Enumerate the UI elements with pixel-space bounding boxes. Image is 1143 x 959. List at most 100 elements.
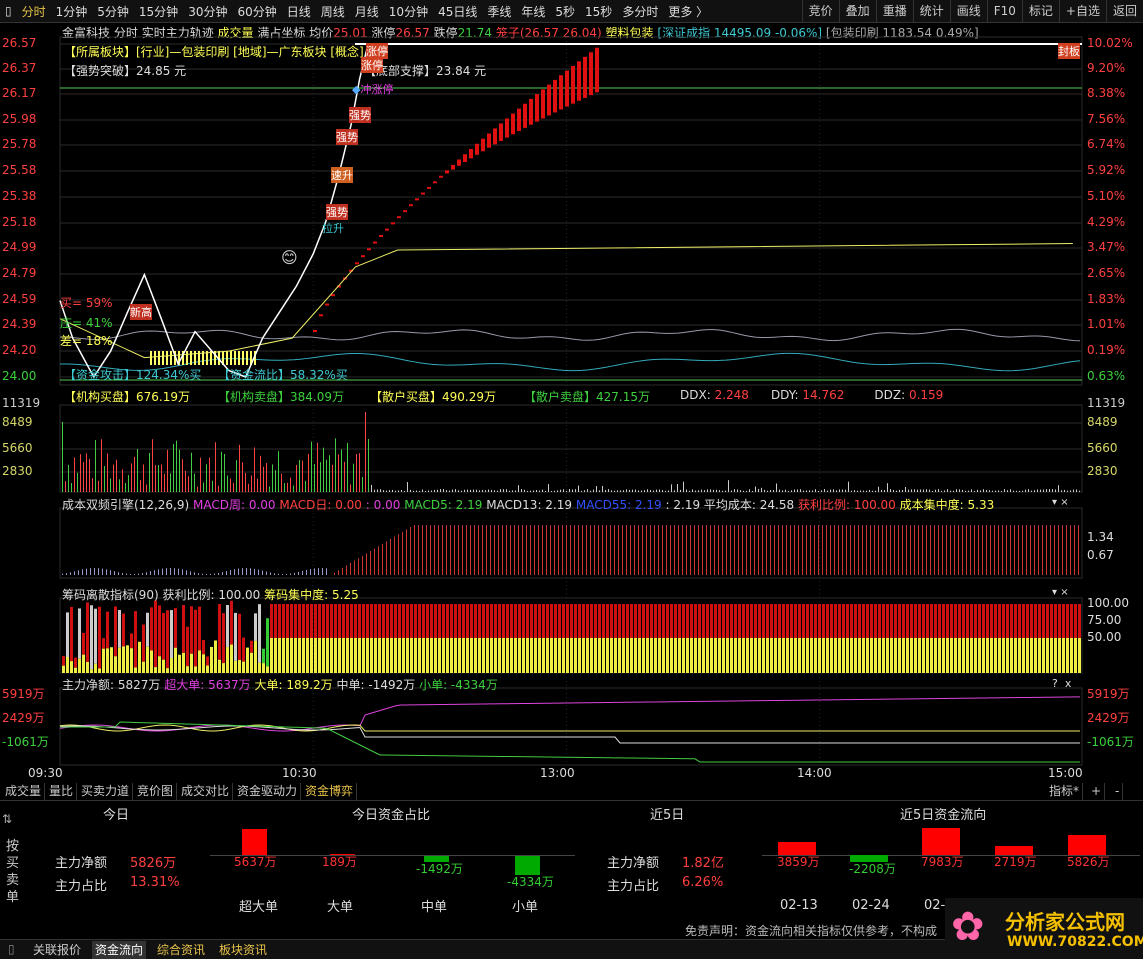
chip-bar-bottom <box>794 638 797 673</box>
buy-mark <box>234 351 236 365</box>
chip-bar-top <box>298 604 301 638</box>
macd-bar <box>998 525 999 575</box>
volume-bar <box>1040 489 1041 492</box>
volume-bar <box>173 444 174 492</box>
chip-bar-bottom <box>366 638 369 673</box>
volume-bar <box>449 490 450 492</box>
chip-bar-bottom <box>818 638 821 673</box>
chip-bar-top <box>834 604 837 638</box>
macd-bar <box>946 525 947 575</box>
buy-mark <box>230 351 232 365</box>
tab-control[interactable]: - <box>1112 783 1124 800</box>
indicator-tab[interactable]: 资金驱动力 <box>234 783 302 800</box>
indicator-tab[interactable]: 资金博弈 <box>302 783 358 800</box>
volume-bar <box>1061 490 1062 492</box>
chip-bar-bottom <box>470 638 473 673</box>
chip-bar-bottom <box>594 638 597 673</box>
chip-bar-bottom <box>478 638 481 673</box>
chip-bar-bottom <box>214 640 217 673</box>
volume-bar <box>1052 489 1053 492</box>
chip-bar-top <box>594 604 597 638</box>
chip-bar-bottom <box>930 638 933 673</box>
chip-bar-bottom <box>1062 638 1065 673</box>
macd-bar <box>598 525 599 575</box>
tab-control[interactable]: + <box>1088 783 1106 800</box>
volume-bar <box>404 490 405 492</box>
macd-bar <box>482 525 483 575</box>
trend-bar <box>529 98 533 125</box>
chip-bar-bottom <box>614 638 617 673</box>
chip-bar-top <box>526 604 529 638</box>
volume-bar <box>566 490 567 492</box>
macd-bar <box>1002 525 1003 575</box>
macd-bar <box>830 525 831 575</box>
indicator-tab[interactable]: 竞价图 <box>134 783 178 800</box>
chip-bar-top <box>722 604 725 638</box>
volume-bar <box>455 489 456 492</box>
chip-bar-bottom <box>130 648 133 673</box>
macd-bar <box>294 572 295 575</box>
sort-icon[interactable]: ⇅ <box>2 812 12 826</box>
indicator-tab[interactable]: 成交对比 <box>178 783 234 800</box>
volume-bar <box>485 490 486 492</box>
close-icon[interactable]: x <box>1065 677 1072 690</box>
chip-bar-bottom <box>542 638 545 673</box>
volume-bar <box>878 486 879 492</box>
chip-bar-bottom <box>114 656 117 673</box>
trend-bar <box>319 314 323 317</box>
volume-bar <box>611 490 612 492</box>
chip-bar-top <box>742 604 745 638</box>
volume-bar <box>716 489 717 492</box>
trend-bar <box>403 210 407 213</box>
volume-bar <box>467 489 468 492</box>
trend-bar <box>379 235 383 238</box>
chip-bar-top <box>122 613 125 647</box>
chip-bar-bottom <box>182 652 185 673</box>
macd-bar <box>302 570 303 575</box>
macd-bar <box>906 525 907 575</box>
tab-control[interactable]: 指标* <box>1046 783 1084 800</box>
macd-bar <box>74 571 75 575</box>
flow-panel-controls[interactable]: ? x <box>1052 677 1071 690</box>
chip-bar-bottom <box>526 638 529 673</box>
volume-bar <box>980 490 981 492</box>
chip-bar-top <box>450 604 453 638</box>
volume-bar <box>887 483 888 492</box>
chip-bar-top <box>558 604 561 638</box>
help-icon[interactable]: ? <box>1052 677 1058 690</box>
volume-bar <box>545 490 546 492</box>
chip-bar-top <box>714 604 717 638</box>
volume-bar <box>815 489 816 492</box>
flower-icon: ✿ <box>951 904 985 950</box>
chip-bar-bottom <box>258 662 261 673</box>
net5-value: 1.82亿 <box>682 856 724 871</box>
status-tab[interactable]: 综合资讯 <box>154 941 208 959</box>
panel-toggle-icon[interactable]: ▯ <box>8 942 15 956</box>
chip-bar-bottom <box>590 638 593 673</box>
fund-attack: 【资金攻击】124.34%买 <box>64 368 202 382</box>
price-tick: 24.99 <box>2 240 37 254</box>
status-tab[interactable]: 关联报价 <box>30 941 84 959</box>
volume-bar <box>989 490 990 492</box>
volume-bar <box>662 490 663 492</box>
volume-bar <box>830 489 831 492</box>
chip-bar-bottom <box>118 647 121 673</box>
volume-bar <box>275 470 276 492</box>
volume-bar <box>959 489 960 492</box>
status-tab[interactable]: 板块资讯 <box>216 941 270 959</box>
chip-bar-top <box>482 604 485 638</box>
panel-menu-icon[interactable]: ▾ × <box>1052 497 1069 508</box>
volume-bar <box>1031 490 1032 492</box>
volume-bar <box>866 490 867 492</box>
chip-bar-bottom <box>98 668 101 673</box>
indicator-tab[interactable]: 买卖力道 <box>78 783 134 800</box>
volume-bar <box>767 490 768 492</box>
indicator-tab[interactable]: 量比 <box>46 783 78 800</box>
trend-bar <box>541 89 545 119</box>
volume-bar <box>923 489 924 492</box>
panel-menu-icon[interactable]: ▾ × <box>1052 587 1069 598</box>
status-tab[interactable]: 资金流向 <box>92 941 147 959</box>
indicator-tab[interactable]: 成交量 <box>2 783 46 800</box>
chip-bar-bottom <box>1014 638 1017 673</box>
volume-bar <box>521 489 522 492</box>
